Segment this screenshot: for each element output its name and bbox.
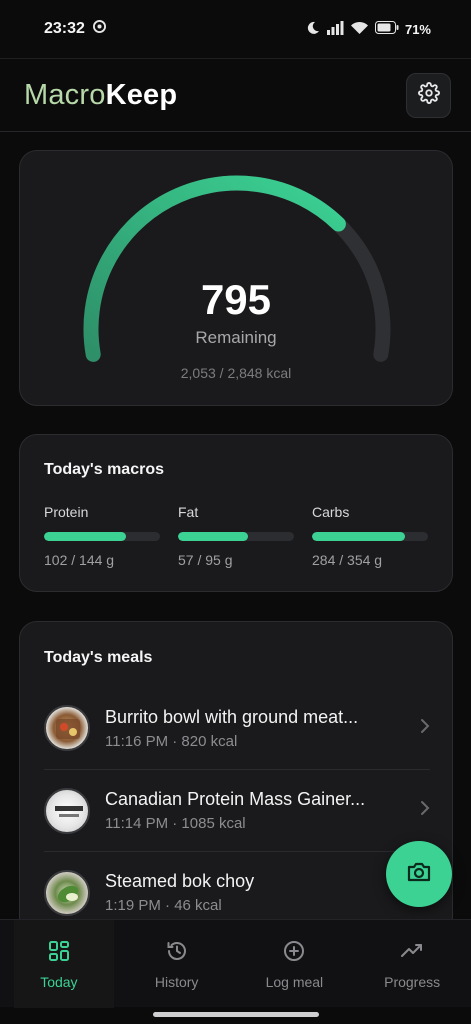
nav-label: Log meal [265, 974, 324, 990]
status-right: 71% [306, 20, 431, 38]
macro-amount: 102 / 144 g [44, 552, 115, 568]
logo-part-macro: Macro [24, 78, 106, 111]
meal-name: Burrito bowl with ground meat... [105, 706, 359, 727]
macro-name: Fat [178, 504, 199, 520]
battery-percent: 71% [404, 21, 431, 37]
trending-up-icon [400, 940, 424, 967]
bottom-nav: Today History Log meal Progress [0, 919, 471, 1008]
status-time: 23:32 [44, 20, 85, 37]
status-bar: 23:32 71% [0, 0, 471, 58]
macro-amount: 57 / 95 g [178, 552, 233, 568]
chevron-right-icon [420, 718, 430, 739]
macro-progress-track [312, 532, 428, 541]
nav-log-meal[interactable]: Log meal [236, 920, 354, 1007]
meal-meta: 11:16 PM · 820 kcal [105, 732, 238, 750]
home-indicator [153, 1012, 319, 1017]
macro-progress-track [178, 532, 294, 541]
settings-gear-icon [417, 81, 440, 109]
meal-meta: 11:14 PM · 1085 kcal [105, 815, 246, 832]
nav-progress[interactable]: Progress [353, 920, 471, 1007]
macro-progress-fill [44, 532, 127, 541]
macro-carbs: Carbs 284 / 354 g [312, 504, 428, 568]
macro-name: Carbs [312, 504, 350, 520]
nav-label: Today [40, 974, 78, 990]
camera-button[interactable] [386, 841, 452, 907]
chrome-icon [92, 20, 106, 38]
macros-card: Today's macros Protein 102 / 144 g Fat 5… [19, 434, 453, 592]
settings-button[interactable] [406, 72, 451, 118]
meals-card: Today's meals Burrito bowl with ground m… [19, 621, 453, 941]
macro-protein: Protein 102 / 144 g [44, 504, 160, 568]
nav-label: History [154, 974, 199, 990]
app-logo: Macro Keep [24, 79, 177, 112]
meal-name: Canadian Protein Mass Gainer... [105, 789, 366, 809]
meal-text: Burrito bowl with ground meat... 11:16 P… [105, 707, 412, 750]
meal-meta: 1:19 PM · 46 kcal [105, 897, 222, 914]
meal-name: Steamed bok choy [105, 871, 255, 891]
battery-icon [374, 21, 399, 37]
wifi-icon [350, 21, 369, 38]
calorie-summary-card: 795 Remaining 2,053 / 2,848 kcal [19, 150, 453, 406]
macro-progress-fill [312, 532, 405, 541]
meal-item[interactable]: Canadian Protein Mass Gainer... 11:14 PM… [44, 769, 430, 851]
grid-icon [48, 940, 70, 967]
remaining-calories: 795 [200, 276, 272, 323]
macro-progress-track [44, 532, 160, 541]
camera-icon [406, 860, 432, 889]
moon-icon [306, 21, 320, 38]
meal-text: Steamed bok choy 1:19 PM · 46 kcal [105, 871, 430, 914]
nav-today[interactable]: Today [0, 920, 118, 1007]
meal-photo [44, 869, 90, 916]
meals-title: Today's meals [44, 649, 153, 666]
nav-label: Progress [384, 974, 441, 990]
meal-item[interactable]: Burrito bowl with ground meat... 11:16 P… [44, 687, 430, 769]
meal-photo [44, 787, 90, 834]
app-header: Macro Keep [0, 58, 471, 132]
chevron-right-icon [420, 800, 430, 821]
nav-history[interactable]: History [118, 920, 236, 1007]
macros-title: Today's macros [44, 461, 164, 478]
plus-circle-icon [283, 940, 305, 967]
macro-amount: 284 / 354 g [312, 552, 383, 568]
macro-fat: Fat 57 / 95 g [178, 504, 294, 568]
macro-name: Protein [44, 504, 89, 520]
kcal-consumed-text: 2,053 / 2,848 kcal [180, 365, 292, 381]
remaining-label: Remaining [195, 328, 277, 347]
macro-progress-fill [178, 532, 248, 541]
signal-icon [326, 20, 344, 38]
status-left: 23:32 [44, 20, 106, 38]
logo-part-keep: Keep [105, 78, 178, 111]
meal-photo [44, 705, 90, 751]
history-icon [166, 940, 188, 967]
meal-text: Canadian Protein Mass Gainer... 11:14 PM… [105, 789, 412, 832]
